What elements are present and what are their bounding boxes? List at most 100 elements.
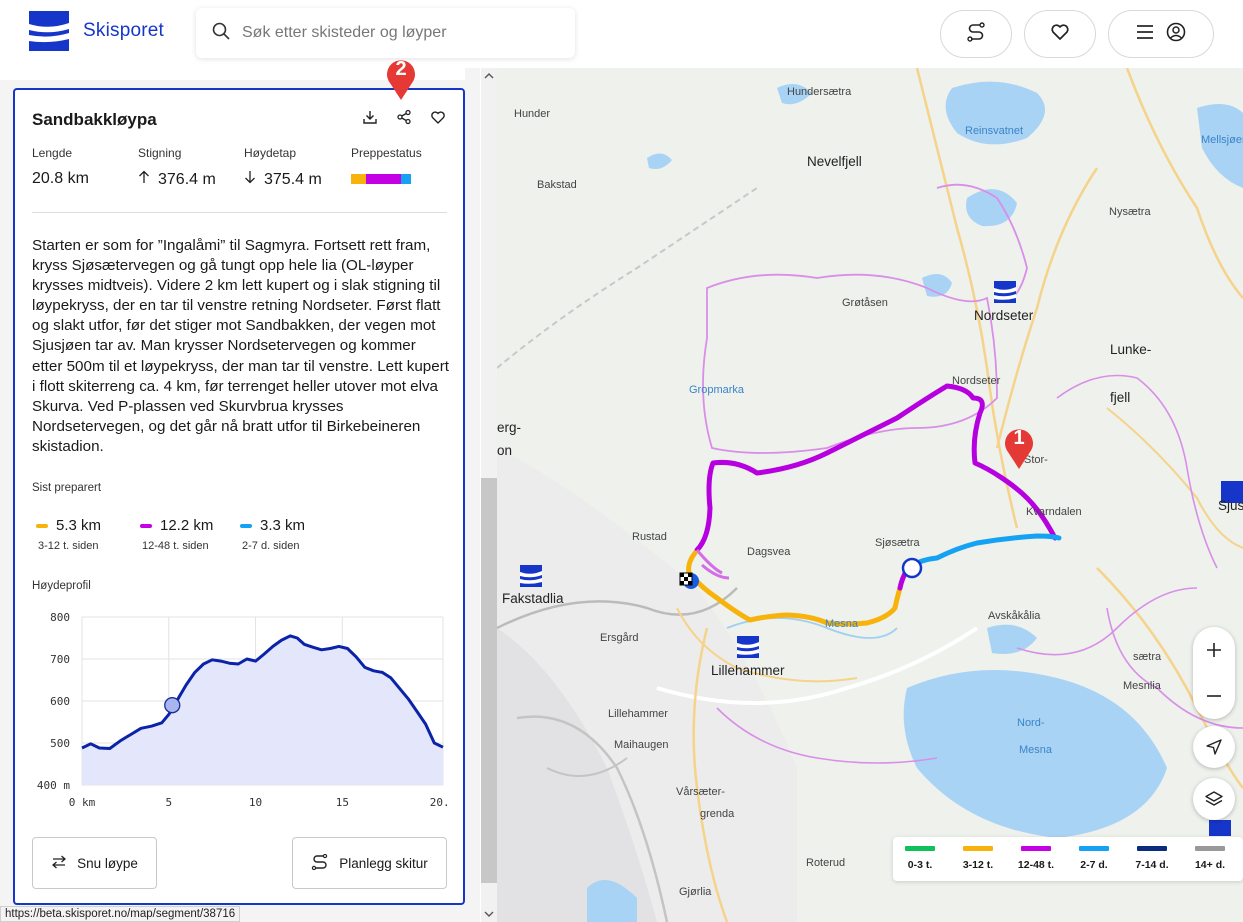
zoom-in-button[interactable] <box>1193 627 1235 673</box>
layers-icon <box>1205 791 1223 806</box>
prepared-color-swatch <box>140 523 152 528</box>
stat-prep-status: Preppestatus <box>351 146 422 184</box>
scroll-down-icon[interactable] <box>481 906 497 922</box>
map-place-label: Sjus <box>1218 498 1243 513</box>
locate-me-button[interactable] <box>1193 726 1235 768</box>
menu-profile-button[interactable] <box>1108 10 1214 58</box>
legend-label: 2-7 d. <box>1080 859 1108 871</box>
prepared-period: 12-48 t. siden <box>142 540 209 552</box>
menu-icon <box>1136 24 1154 45</box>
share-icon <box>396 109 412 130</box>
heart-icon <box>430 109 446 130</box>
heart-icon <box>1050 22 1070 47</box>
map-place-label: Lunke- <box>1110 342 1152 357</box>
elevation-profile-chart[interactable]: 400 m 500 600 700 800 0 km 5 10 15 20.8 <box>30 605 450 815</box>
panel-scroll-thumb[interactable] <box>481 478 497 883</box>
plan-trip-button[interactable]: Planlegg skitur <box>292 837 447 889</box>
map-place-label: Nord- <box>1017 717 1045 729</box>
map-place-label: Kvarndalen <box>1026 506 1082 518</box>
map-place-label: grenda <box>700 808 735 820</box>
legend-swatch <box>1195 846 1225 851</box>
x-tick-label: 15 <box>336 796 349 809</box>
map-place-label: Bakstad <box>537 179 577 191</box>
elevation-area <box>82 635 443 785</box>
x-tick-label: 20.8 <box>430 796 450 809</box>
map-place-label: Rustad <box>632 531 667 543</box>
route-planner-button[interactable] <box>940 10 1012 58</box>
preparation-legend: 0-3 t. 3-12 t. 12-48 t. 2-7 d. 7-14 d. 14+ d. <box>893 837 1243 881</box>
y-tick-label: 400 m <box>37 779 70 792</box>
reverse-trail-button[interactable]: Snu løype <box>32 837 157 889</box>
y-tick-label: 700 <box>50 653 70 666</box>
prep-bar-segment <box>351 174 366 184</box>
legend-item: 12-48 t. <box>1009 846 1063 871</box>
stat-value: 375.4 m <box>264 170 322 188</box>
search-input[interactable] <box>242 24 542 42</box>
map-place-label: Nevelfjell <box>807 154 862 169</box>
map-marker-1[interactable]: 1 <box>1002 424 1036 470</box>
arrow-up-icon <box>138 170 150 189</box>
zoom-out-button[interactable] <box>1193 673 1235 719</box>
skisporet-logo-mark <box>29 11 69 51</box>
map-place-label: Dagsvea <box>747 546 791 558</box>
trail-description: Starten er som for ”Ingalåmi” til Sagmyr… <box>32 237 449 455</box>
search-bar[interactable] <box>196 8 575 58</box>
map-place-label: Fakstadlia <box>502 591 564 606</box>
favorites-button[interactable] <box>1024 10 1096 58</box>
legend-label: 14+ d. <box>1194 859 1226 871</box>
map-layers-button[interactable] <box>1193 778 1235 820</box>
search-icon <box>212 22 230 45</box>
map-place-label: Hunder <box>514 108 551 120</box>
prepared-period: 3-12 t. siden <box>38 540 99 552</box>
prepared-item: 5.3 km 3-12 t. siden <box>36 517 101 552</box>
map-place-label: sætra <box>1133 651 1162 663</box>
map-place-label: Nordseter <box>952 375 1001 387</box>
marker-number: 2 <box>395 58 407 80</box>
legend-item: 14+ d. <box>1183 846 1237 871</box>
x-tick-label: 10 <box>249 796 262 809</box>
prepared-distance: 12.2 km <box>160 517 214 534</box>
map-place-label: Gropmarka <box>689 384 745 396</box>
scroll-up-icon[interactable] <box>481 68 497 84</box>
stat-label: Høydetap <box>244 146 297 160</box>
prepared-distance: 5.3 km <box>56 517 102 534</box>
elevation-profile-heading: Høydeprofil <box>32 580 91 592</box>
prepared-color-swatch <box>240 523 252 528</box>
download-button[interactable] <box>355 104 385 134</box>
trail-card: Sandbakkløypa Lengde 20.8 km Stigning 37… <box>13 88 465 905</box>
prep-bar-segment <box>366 174 401 184</box>
x-tick-label: 5 <box>165 796 172 809</box>
y-tick-label: 800 <box>50 611 70 624</box>
map-place-label: Mellsjøen <box>1201 134 1243 146</box>
plus-icon <box>1207 643 1221 657</box>
map-place-label: Grøtåsen <box>842 297 888 309</box>
legend-swatch <box>905 846 935 851</box>
map-place-label: Roterud <box>806 857 846 869</box>
status-bar-url: https://beta.skisporet.no/map/segment/38… <box>0 906 241 922</box>
map-place-label: Lillehammer <box>608 708 668 720</box>
y-tick-label: 600 <box>50 695 70 708</box>
legend-label: 0-3 t. <box>907 859 933 871</box>
map-place-label: Mesna <box>825 618 859 630</box>
swap-arrows-icon <box>51 855 67 872</box>
map-place-label: fjell <box>1110 390 1131 405</box>
favorite-trail-button[interactable] <box>423 104 453 134</box>
route-icon <box>966 21 986 47</box>
share-button[interactable] <box>389 104 419 134</box>
navigation-arrow-icon <box>1206 739 1222 755</box>
legend-label: 12-48 t. <box>1017 859 1055 871</box>
legend-item: 2-7 d. <box>1067 846 1121 871</box>
brand-name: Skisporet <box>83 20 165 41</box>
stat-climb: Stigning 376.4 m <box>138 146 216 189</box>
route-icon <box>311 853 329 873</box>
map-view[interactable]: Hundersætra Hunder Reinsvatnet Mellsjøen Nev… <box>497 68 1243 922</box>
legend-swatch <box>1021 846 1051 851</box>
position-marker <box>164 697 181 714</box>
top-bar: Skisporet <box>0 0 1243 68</box>
skisporet-logo[interactable]: Skisporet <box>29 11 164 51</box>
prepared-item: 3.3 km 2-7 d. siden <box>240 517 305 552</box>
map-place-label: erg- <box>497 420 522 435</box>
map-canvas[interactable] <box>497 68 1243 922</box>
map-place-label: Mesnlia <box>1123 680 1161 692</box>
minus-icon <box>1207 695 1221 697</box>
